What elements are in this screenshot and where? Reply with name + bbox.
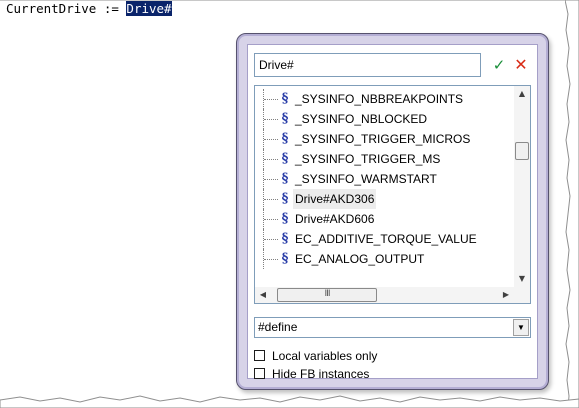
tree-branch [264, 239, 278, 240]
tree-item[interactable]: § _SYSINFO_TRIGGER_MS [255, 149, 515, 169]
checkbox-label: Hide FB instances [272, 367, 370, 381]
scroll-grip-icon: III [324, 289, 331, 299]
symbol-tree[interactable]: § _SYSINFO_NBBREAKPOINTS § _SYSINFO_NBLOCK… [254, 85, 531, 304]
checkmark-icon[interactable]: ✓ [490, 55, 508, 75]
tree-item-label: _SYSINFO_WARMSTART [295, 172, 437, 186]
tree-branch [264, 259, 278, 260]
define-symbol-icon: § [281, 111, 289, 126]
tree-branch [264, 99, 278, 100]
scroll-up-icon[interactable]: ▲ [514, 86, 530, 102]
define-symbol-icon: § [281, 211, 289, 226]
tree-item-label: _SYSINFO_TRIGGER_MS [295, 152, 441, 166]
tree-branch [264, 179, 278, 180]
tree-item-label: EC_ANALOG_OUTPUT [295, 252, 425, 266]
define-symbol-icon: § [281, 251, 289, 266]
vertical-scroll-thumb[interactable] [515, 142, 529, 160]
tree-item-selected[interactable]: § Drive#AKD306 [255, 189, 515, 209]
filter-value: #define [258, 320, 298, 334]
tree-item[interactable]: § _SYSINFO_WARMSTART [255, 169, 515, 189]
torn-edge-right [565, 0, 579, 408]
tree-item[interactable]: § _SYSINFO_NBBREAKPOINTS [255, 89, 515, 109]
define-symbol-icon: § [281, 151, 289, 166]
vertical-scrollbar[interactable]: ▲ ▼ [514, 86, 530, 287]
horizontal-scrollbar[interactable]: ◀ III ▶ [255, 287, 514, 303]
tree-branch [264, 159, 278, 160]
selected-text[interactable]: Drive# [126, 1, 172, 16]
define-symbol-icon: § [281, 131, 289, 146]
tree-item[interactable]: § Drive#AKD606 [255, 209, 515, 229]
tree-item-label: _SYSINFO_TRIGGER_MICROS [295, 132, 471, 146]
tree-item[interactable]: § EC_ADDITIVE_TORQUE_VALUE [255, 229, 515, 249]
define-symbol-icon: § [281, 171, 289, 186]
tree-item[interactable]: § _SYSINFO_TRIGGER_MICROS [255, 129, 515, 149]
tree-item-label: Drive#AKD606 [295, 212, 375, 226]
tree-branch [264, 199, 278, 200]
torn-edge-bottom [0, 395, 579, 408]
tree-item-label: EC_ADDITIVE_TORQUE_VALUE [295, 232, 477, 246]
search-row: ✓ ✕ [254, 53, 531, 77]
tree-branch [264, 219, 278, 220]
tree-branch [264, 139, 278, 140]
chevron-down-icon[interactable]: ▼ [513, 319, 529, 336]
scroll-left-icon[interactable]: ◀ [255, 287, 271, 303]
scroll-down-icon[interactable]: ▼ [514, 271, 530, 287]
define-symbol-icon: § [281, 91, 289, 106]
stage: CurrentDrive := Drive# ✓ ✕ § _SYSINFO_NBB… [0, 0, 579, 408]
popup-content: ✓ ✕ § _SYSINFO_NBBREAKPOINTS § _SYSINFO_NB… [247, 44, 538, 381]
tree-branch [264, 119, 278, 120]
tree-item[interactable]: § _SYSINFO_NBLOCKED [255, 109, 515, 129]
checkbox-box[interactable] [254, 368, 265, 379]
horizontal-scroll-thumb[interactable]: III [277, 288, 377, 302]
code-line[interactable]: CurrentDrive := Drive# [6, 1, 172, 17]
search-input[interactable] [254, 53, 481, 77]
scroll-right-icon[interactable]: ▶ [498, 287, 514, 303]
checkbox-box[interactable] [254, 350, 265, 361]
tree-item-label: _SYSINFO_NBBREAKPOINTS [295, 92, 464, 106]
filter-dropdown[interactable]: #define ▼ [254, 317, 531, 338]
tree-item[interactable]: § EC_ANALOG_OUTPUT [255, 249, 515, 269]
tree-list: § _SYSINFO_NBBREAKPOINTS § _SYSINFO_NBLOCK… [255, 89, 515, 269]
autocomplete-popup: ✓ ✕ § _SYSINFO_NBBREAKPOINTS § _SYSINFO_NB… [236, 33, 549, 390]
scrollbar-corner [514, 287, 530, 303]
close-icon[interactable]: ✕ [512, 55, 530, 75]
code-text: CurrentDrive := [6, 1, 127, 16]
define-symbol-icon: § [281, 191, 289, 206]
tree-item-label: _SYSINFO_NBLOCKED [295, 112, 428, 126]
define-symbol-icon: § [281, 231, 289, 246]
tree-item-label: Drive#AKD306 [293, 189, 377, 209]
checkbox-label: Local variables only [272, 349, 378, 363]
